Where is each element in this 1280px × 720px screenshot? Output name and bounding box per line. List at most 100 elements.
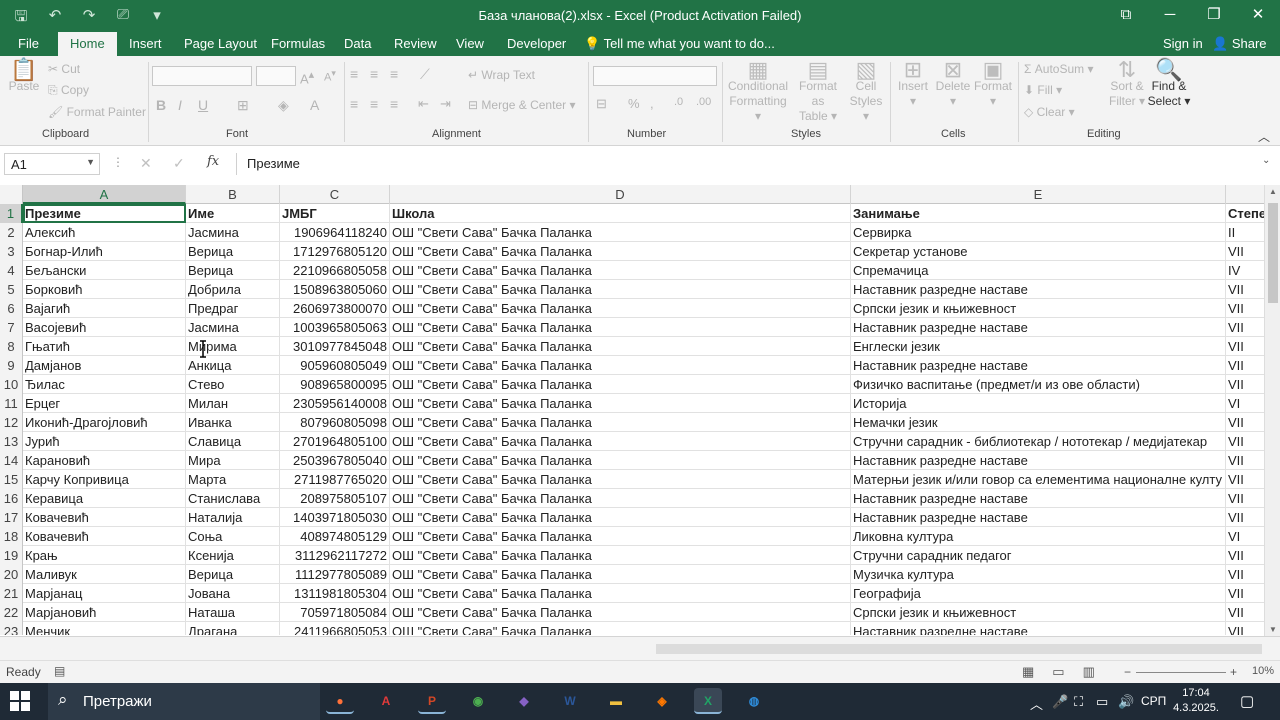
row-header[interactable]: 21 [0,584,23,603]
cell-occupation[interactable]: Наставник разредне наставе [851,356,1226,375]
visual-studio-icon[interactable]: ◆ [510,688,538,714]
increase-decimal-icon[interactable]: .0 [674,96,683,108]
align-middle-icon[interactable]: ≡ [370,66,378,82]
powerpoint-icon[interactable]: P [418,688,446,714]
shrink-font-button[interactable]: A▾ [324,68,336,84]
cell-first-name[interactable]: Предраг [186,299,280,318]
cell-occupation[interactable]: Спремачица [851,261,1226,280]
cell-surname[interactable]: Карчу Копривица [23,470,186,489]
network-icon[interactable]: ▭ [1096,694,1108,710]
cell-degree[interactable]: VII [1226,470,1264,489]
cell-school[interactable]: ОШ "Свети Сава" Бачка Паланка [390,261,851,280]
cell-school[interactable]: ОШ "Свети Сава" Бачка Паланка [390,470,851,489]
vertical-scrollbar[interactable]: ▲ ▼ [1264,185,1280,636]
column-header-c[interactable]: C [280,185,390,204]
row-header[interactable]: 17 [0,508,23,527]
cell-first-name[interactable]: Ксенија [186,546,280,565]
cell-first-name[interactable]: Иванка [186,413,280,432]
cell-first-name[interactable]: Јована [186,584,280,603]
name-box[interactable]: A1 ▼ [4,153,100,175]
row-header[interactable]: 22 [0,603,23,622]
tab-insert[interactable]: Insert [129,36,162,51]
cell-surname[interactable]: Алексић [23,223,186,242]
row-header[interactable]: 9 [0,356,23,375]
column-header-b[interactable]: B [186,185,280,204]
cell-jmbg[interactable]: 2701964805100 [280,432,390,451]
cell-surname[interactable]: Ђилас [23,375,186,394]
accounting-format-icon[interactable]: ⊟ [596,96,607,112]
cell-jmbg[interactable]: ЈМБГ [280,204,390,223]
column-header-e[interactable]: E [851,185,1226,204]
align-right-icon[interactable]: ≡ [390,96,398,112]
cell-first-name[interactable]: Верица [186,261,280,280]
cell-occupation[interactable]: Наставник разредне наставе [851,318,1226,337]
cell-occupation[interactable]: Физичко васпитање (предмет/и из ове обла… [851,375,1226,394]
taskbar-search-box[interactable]: ⌕ Претражи [48,683,320,720]
row-header[interactable]: 15 [0,470,23,489]
cell-first-name[interactable]: Соња [186,527,280,546]
cell-school[interactable]: ОШ "Свети Сава" Бачка Паланка [390,394,851,413]
cell-occupation[interactable]: Стручни сарадник педагог [851,546,1226,565]
row-header[interactable]: 7 [0,318,23,337]
tab-developer[interactable]: Developer [507,36,566,51]
cell-degree[interactable]: VII [1226,413,1264,432]
cell-school[interactable]: ОШ "Свети Сава" Бачка Паланка [390,242,851,261]
scroll-thumb[interactable] [1268,203,1278,303]
conditional-formatting-button[interactable]: ▦ Conditional Formatting ▾ [726,59,790,124]
cell-degree[interactable]: VII [1226,489,1264,508]
cell-first-name[interactable]: Верица [186,242,280,261]
tab-view[interactable]: View [456,36,484,51]
cell-jmbg[interactable]: 1906964118240 [280,223,390,242]
worksheet-grid[interactable]: A B C D E 1 Презиме Име ЈМБГ Школа Занимање Ст… [0,185,1264,635]
paste-button[interactable]: 📋 Paste [6,59,42,94]
align-center-icon[interactable]: ≡ [370,96,378,112]
cell-degree[interactable]: VII [1226,299,1264,318]
cell-jmbg[interactable]: 3112962117272 [280,546,390,565]
cell-jmbg[interactable]: 1712976805120 [280,242,390,261]
cell-surname[interactable]: Бељански [23,261,186,280]
cell-first-name[interactable]: Мира [186,451,280,470]
notification-center-icon[interactable]: ▢ [1240,692,1254,710]
cell-jmbg[interactable]: 2503967805040 [280,451,390,470]
cell-occupation[interactable]: Српски језик и књижевност [851,603,1226,622]
row-header[interactable]: 4 [0,261,23,280]
page-break-preview-icon[interactable]: ▥ [1083,664,1095,680]
scroll-up-icon[interactable]: ▲ [1265,187,1280,196]
cell-jmbg[interactable]: 1112977805089 [280,565,390,584]
cell-degree[interactable]: VI [1226,394,1264,413]
font-size-dropdown[interactable] [256,66,296,86]
cell-surname[interactable]: Јурић [23,432,186,451]
cell-school[interactable]: ОШ "Свети Сава" Бачка Паланка [390,565,851,584]
cell-occupation[interactable]: Занимање [851,204,1226,223]
cell-jmbg[interactable]: 408974805129 [280,527,390,546]
row-header[interactable]: 6 [0,299,23,318]
chevron-down-icon[interactable]: ▼ [86,157,95,167]
row-header[interactable]: 11 [0,394,23,413]
cell-surname[interactable]: Презиме [23,204,186,223]
cell-occupation[interactable]: Наставник разредне наставе [851,489,1226,508]
cell-school[interactable]: ОШ "Свети Сава" Бачка Паланка [390,432,851,451]
cell-surname[interactable]: Марјановић [23,603,186,622]
cell-degree[interactable]: VII [1226,565,1264,584]
cell-jmbg[interactable]: 1508963805060 [280,280,390,299]
language-indicator[interactable]: СРП [1141,694,1166,708]
cell-degree[interactable]: VII [1226,280,1264,299]
acrobat-icon[interactable]: A [372,688,400,714]
cell-surname[interactable]: Богнар-Илић [23,242,186,261]
cell-degree[interactable]: VII [1226,546,1264,565]
cell-surname[interactable]: Борковић [23,280,186,299]
cell-degree[interactable]: Степе [1226,204,1264,223]
cell-occupation[interactable]: Стручни сарадник - библиотекар / нототек… [851,432,1226,451]
cell-surname[interactable]: Маливук [23,565,186,584]
share-button[interactable]: 👤 Share [1212,36,1267,52]
cell-degree[interactable]: VII [1226,451,1264,470]
cell-surname[interactable]: Карановић [23,451,186,470]
chevron-up-icon[interactable]: ︿ [1030,694,1043,713]
splitter-dots-icon[interactable]: ⋮ [112,155,124,169]
cell-occupation[interactable]: Енглески језик [851,337,1226,356]
column-header-a[interactable]: A [23,185,186,204]
tab-formulas[interactable]: Formulas [271,36,325,51]
cell-surname[interactable]: Васојевић [23,318,186,337]
sign-in-link[interactable]: Sign in [1163,36,1203,51]
scroll-down-icon[interactable]: ▼ [1265,625,1280,634]
